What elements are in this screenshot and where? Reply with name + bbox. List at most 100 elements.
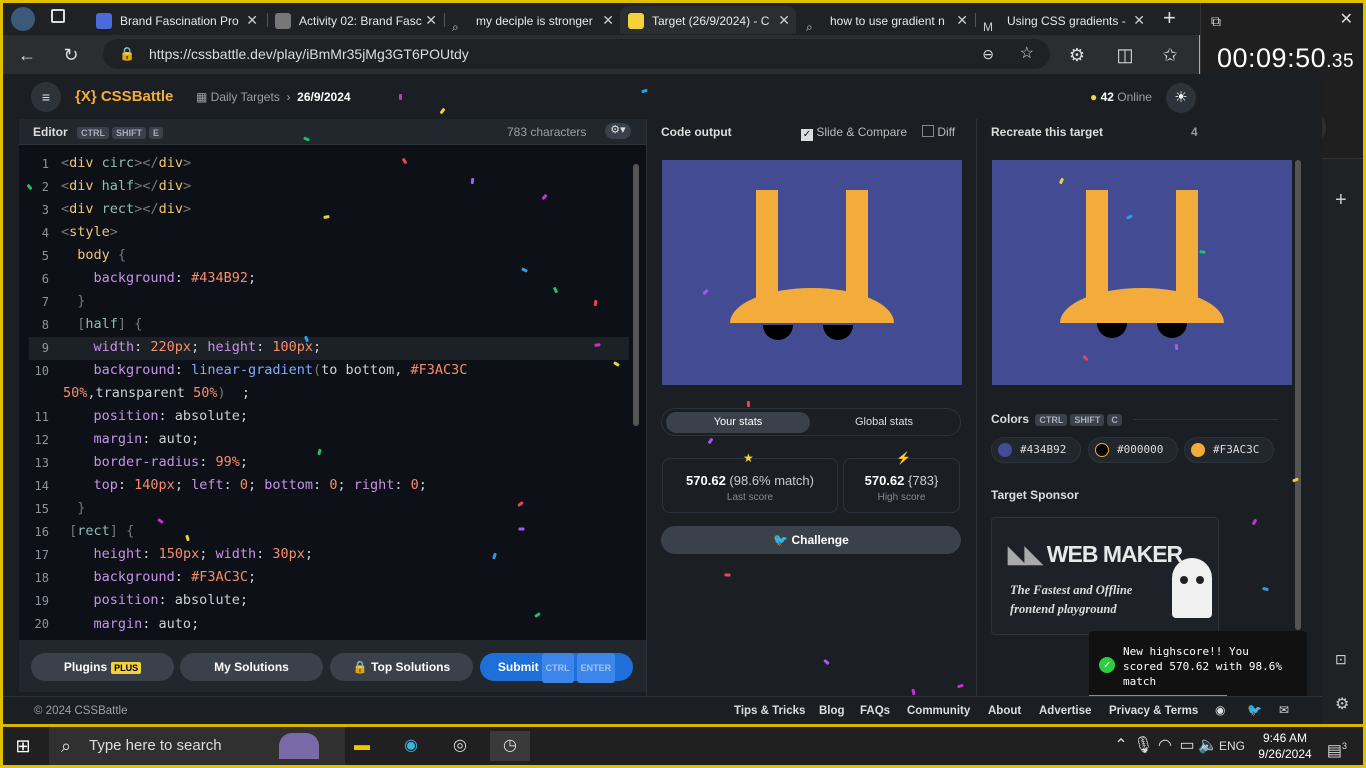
tab-gradient-search[interactable]: ⌕ how to use gradient n ✕	[798, 6, 974, 34]
tab-css-gradients[interactable]: M Using CSS gradients - ✕	[975, 6, 1151, 34]
close-icon[interactable]: ✕	[1133, 6, 1145, 34]
volume-icon[interactable]: 🔈	[1198, 731, 1218, 761]
challenge-button[interactable]: 🐦 Challenge	[661, 526, 961, 554]
settings-icon[interactable]: ⚙	[1335, 694, 1349, 714]
diff-toggle[interactable]: Diff	[922, 119, 955, 145]
footer-link-community[interactable]: Community	[907, 705, 970, 717]
close-icon[interactable]: ✕	[602, 6, 614, 34]
top-solutions-button[interactable]: 🔒 Top Solutions	[330, 653, 473, 681]
url-input[interactable]: 🔒 https://cssbattle.dev/play/iBmMr35jMg3…	[103, 39, 1050, 69]
add-icon[interactable]: +	[1335, 189, 1347, 212]
notifications-icon[interactable]: ▤3	[1319, 731, 1355, 761]
my-solutions-button[interactable]: My Solutions	[180, 653, 323, 681]
your-stats-tab[interactable]: Your stats	[666, 412, 810, 433]
app-icon[interactable]: ◎	[440, 731, 480, 761]
highscore-toast[interactable]: ✓ New highscore!! You scored 570.62 with…	[1089, 631, 1307, 699]
lock-icon: 🔒	[352, 660, 372, 674]
clock-app-icon[interactable]: ◷	[490, 731, 530, 761]
breadcrumb-section[interactable]: Daily Targets	[211, 90, 280, 104]
tab-actions-icon[interactable]	[51, 9, 65, 23]
editor-settings-icon[interactable]: ⚙▾	[605, 123, 631, 139]
footer-link-tips[interactable]: Tips & Tricks	[734, 705, 805, 717]
tab-brand-fascination[interactable]: Brand Fascination Pro ✕	[88, 6, 264, 34]
plugins-button[interactable]: Plugins PLUS	[31, 653, 174, 681]
zoom-icon[interactable]: ⊖	[982, 39, 994, 69]
picture-in-picture-icon[interactable]: ⧉	[1211, 13, 1221, 30]
search-highlight-illustration	[279, 733, 319, 759]
taskbar-search-input[interactable]: ⌕ Type here to search	[49, 727, 345, 765]
editor-scrollbar[interactable]	[631, 154, 641, 634]
target-canvas[interactable]	[992, 160, 1292, 385]
confetti-piece	[1251, 518, 1258, 526]
refresh-icon[interactable]: ↻	[57, 41, 85, 69]
menu-icon[interactable]: ≡	[31, 82, 61, 112]
discord-icon[interactable]: ◉	[1215, 703, 1225, 717]
code-editor[interactable]: 1 2 3 4 5 6 7 8 9 10 11 12 13 14 15 16 17 18 19 20 <div cir…	[19, 145, 646, 640]
target-partial-text: 4	[1191, 125, 1198, 139]
scrollbar-thumb[interactable]	[633, 164, 639, 426]
submit-button[interactable]: Submit CTRL ENTER	[480, 653, 633, 683]
checkbox-icon[interactable]	[922, 125, 934, 137]
character-count: 783 characters	[507, 125, 587, 139]
close-icon[interactable]: ✕	[956, 6, 968, 34]
logo[interactable]: {X} CSSBattle	[75, 88, 173, 105]
code-line: 50%,transparent 50%) ;	[63, 385, 250, 401]
favorite-icon[interactable]: ☆	[1020, 39, 1034, 69]
footer-link-privacy[interactable]: Privacy & Terms	[1109, 705, 1198, 717]
close-icon[interactable]: ✕	[778, 6, 790, 34]
battery-icon[interactable]: ▭	[1177, 731, 1197, 761]
language-indicator[interactable]: ENG	[1217, 731, 1247, 761]
theme-toggle-icon[interactable]: ☀	[1166, 83, 1196, 113]
sponsor-tagline: The Fastest and Offline frontend playgrou…	[1010, 583, 1133, 616]
sponsor-card[interactable]: ◣◣ WEB MAKER The Fastest and Offline fron…	[991, 517, 1219, 635]
confetti-piece	[470, 177, 475, 185]
favorites-icon[interactable]: ✩	[1156, 41, 1184, 69]
cssbattle-page: ≡ {X} CSSBattle ▦ Daily Targets › 26/9/2…	[3, 74, 1322, 724]
close-icon[interactable]: ✕	[246, 6, 258, 34]
tab-activity-02[interactable]: Activity 02: Brand Fasc ✕	[267, 6, 443, 34]
breadcrumb: ▦ Daily Targets › 26/9/2024	[196, 90, 351, 104]
close-icon[interactable]: ✕	[425, 6, 437, 34]
confetti-piece	[724, 573, 731, 577]
footer-link-about[interactable]: About	[988, 705, 1021, 717]
tab-target-active[interactable]: Target (26/9/2024) - C ✕	[620, 6, 796, 34]
profile-avatar[interactable]	[11, 7, 35, 31]
edge-browser-icon[interactable]: ◉	[391, 731, 431, 761]
file-explorer-icon[interactable]: ▬	[342, 731, 382, 761]
color-chip[interactable]: #000000	[1088, 437, 1178, 463]
footer-link-blog[interactable]: Blog	[819, 705, 845, 717]
colors-rule	[1133, 419, 1278, 420]
show-hidden-icons[interactable]: ⌃	[1111, 731, 1131, 761]
new-tab-icon[interactable]: +	[1163, 5, 1176, 31]
tab-my-deciple[interactable]: ⌕ my deciple is stronger ✕	[444, 6, 620, 34]
high-score-value: 570.62	[864, 473, 905, 488]
color-chip[interactable]: #F3AC3C	[1184, 437, 1274, 463]
confetti-piece	[399, 94, 402, 100]
line-number: 7	[41, 295, 49, 309]
confetti-piece	[911, 688, 916, 696]
extensions-icon[interactable]: ⚙	[1063, 41, 1091, 69]
wifi-icon[interactable]: ◠	[1155, 731, 1175, 761]
color-chip[interactable]: #434B92	[991, 437, 1081, 463]
line-number: 5	[41, 249, 49, 263]
line-number: 20	[34, 617, 49, 631]
footer-link-faqs[interactable]: FAQs	[860, 705, 890, 717]
microphone-icon[interactable]: 🎙	[1133, 731, 1153, 761]
stats-toggle: Your stats Global stats	[661, 408, 961, 436]
search-icon: ⌕	[61, 736, 72, 756]
footer-link-advertise[interactable]: Advertise	[1039, 705, 1091, 717]
slide-compare-toggle[interactable]: ✓ Slide & Compare	[801, 119, 907, 145]
twitter-icon[interactable]: 🐦	[1247, 703, 1262, 717]
code-output-canvas[interactable]	[662, 160, 962, 385]
taskbar-clock[interactable]: 9:46 AM 9/26/2024	[1255, 730, 1315, 762]
windows-start-icon[interactable]: ⊞	[3, 731, 43, 761]
mail-icon[interactable]: ✉	[1279, 703, 1289, 717]
target-scrollbar[interactable]	[1295, 160, 1301, 630]
back-icon[interactable]: ←	[13, 41, 41, 69]
confetti-piece	[594, 343, 601, 347]
global-stats-tab[interactable]: Global stats	[812, 412, 956, 433]
checkbox-checked-icon[interactable]: ✓	[801, 129, 813, 141]
screenshot-icon[interactable]: ⊡	[1335, 651, 1347, 668]
split-screen-icon[interactable]: ◫	[1111, 41, 1139, 69]
close-icon[interactable]: ✕	[1340, 9, 1353, 29]
